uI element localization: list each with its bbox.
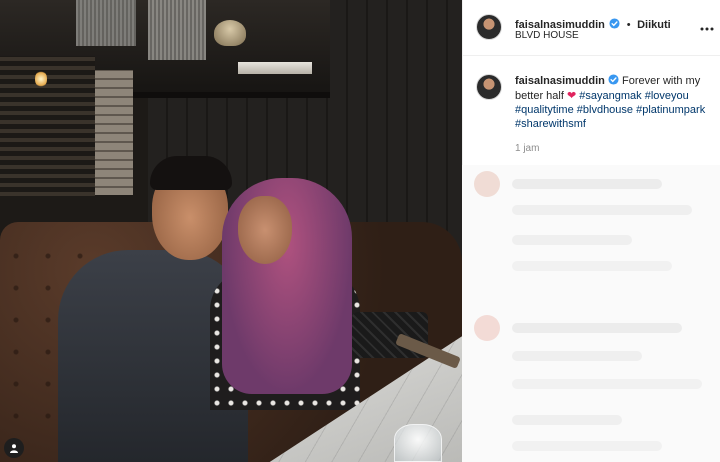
blurred-line: [512, 205, 692, 215]
blurred-line: [512, 441, 662, 451]
blurred-avatar: [474, 171, 500, 197]
post-photo[interactable]: [0, 0, 462, 462]
caption-author-avatar[interactable]: [476, 74, 502, 100]
verified-badge-icon: [608, 74, 619, 89]
shelf-object: [148, 0, 206, 60]
hashtag-link[interactable]: #blvdhouse: [577, 104, 633, 116]
hashtag-link[interactable]: #sayangmak: [579, 90, 641, 102]
blurred-line: [512, 415, 622, 425]
follow-status-button[interactable]: Diikuti: [637, 19, 671, 31]
header-separator: •: [626, 19, 631, 31]
blurred-avatar: [474, 315, 500, 341]
photo-man-hair: [150, 156, 232, 190]
photo-glass: [394, 424, 442, 462]
hashtag-link[interactable]: #sharewithsmf: [515, 118, 586, 130]
blurred-line: [512, 261, 672, 271]
photo-lamp: [35, 70, 47, 88]
person-icon: [10, 444, 18, 453]
tagged-user-icon[interactable]: [4, 438, 24, 458]
shelf-books: [238, 62, 312, 74]
post-header: faisalnasimuddin • Diikuti BLVD HOUSE: [463, 0, 720, 56]
photo-woman-face: [238, 196, 292, 264]
verified-badge-icon: [609, 16, 620, 34]
blurred-line: [512, 351, 642, 361]
caption-username[interactable]: faisalnasimuddin: [515, 75, 605, 87]
heart-icon: ❤: [566, 90, 577, 102]
post-location[interactable]: BLVD HOUSE: [515, 30, 579, 41]
shelf-object: [76, 0, 136, 46]
post-caption: faisalnasimuddin Forever with my better …: [515, 74, 715, 131]
post-timestamp[interactable]: 1 jam: [515, 143, 539, 154]
hashtag-link[interactable]: #loveyou: [645, 90, 689, 102]
blurred-line: [512, 379, 702, 389]
blurred-comments-area: [462, 165, 720, 462]
blurred-line: [512, 323, 682, 333]
author-avatar[interactable]: [476, 14, 502, 40]
hashtag-link[interactable]: #platinumpark: [636, 104, 705, 116]
blurred-line: [512, 235, 632, 245]
shelf-bowl: [214, 20, 246, 46]
photo-window: [0, 56, 95, 196]
more-options-icon[interactable]: [700, 18, 714, 36]
blurred-line: [512, 179, 662, 189]
hashtag-link[interactable]: #qualitytime: [515, 104, 574, 116]
photo-brick-wall: [95, 70, 133, 195]
